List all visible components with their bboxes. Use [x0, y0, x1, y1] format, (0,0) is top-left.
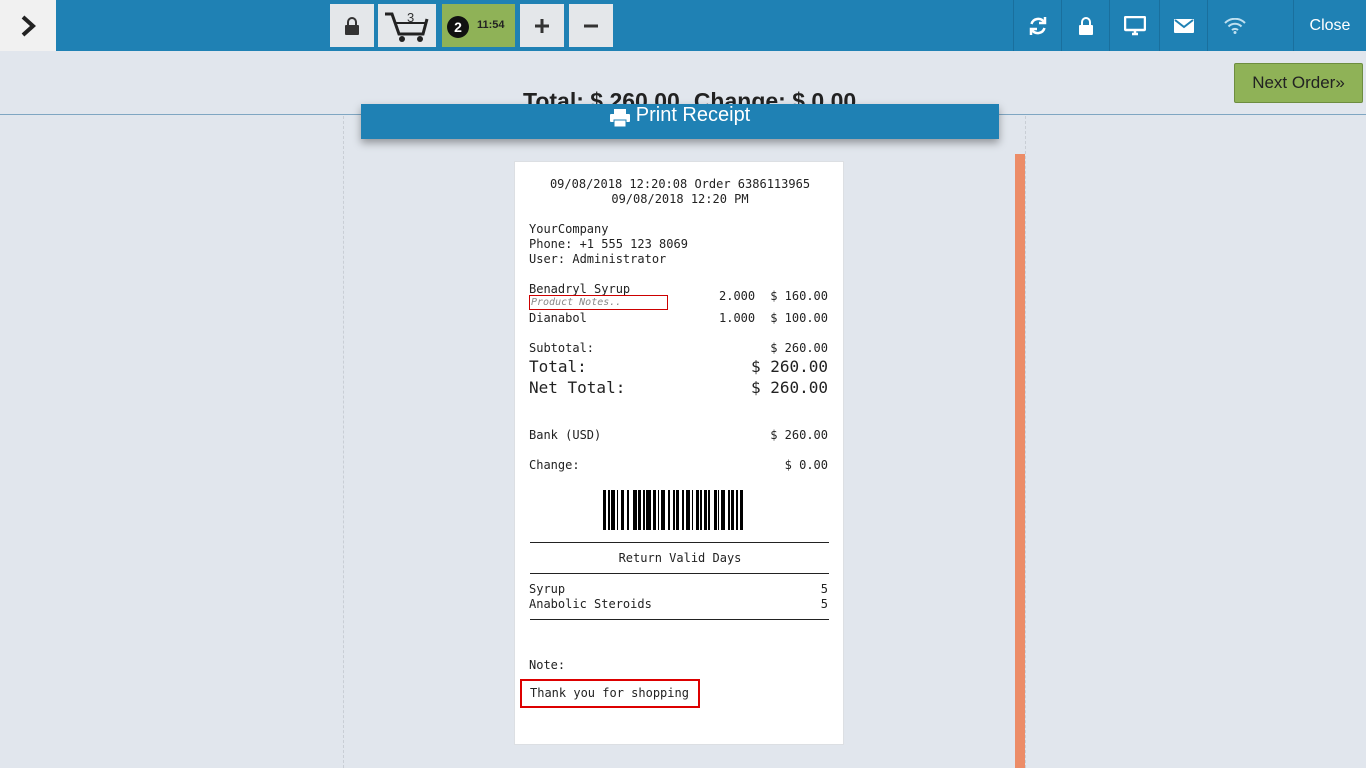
lock-screen-button[interactable]	[330, 4, 374, 47]
line-price: $ 160.00	[770, 289, 828, 303]
connection-status[interactable]	[1207, 0, 1293, 51]
status-icons: Close	[1013, 0, 1366, 51]
receipt-phone: Phone: +1 555 123 8069	[529, 237, 688, 251]
wifi-icon	[1224, 17, 1246, 34]
plus-icon	[535, 18, 549, 33]
chevron-right-icon	[21, 15, 36, 36]
total-value: $ 260.00	[750, 357, 828, 376]
change-value: $ 0.00	[784, 458, 828, 472]
lock-button[interactable]	[1061, 0, 1109, 51]
receipt-header-date: 09/08/2018 12:20 PM	[611, 192, 749, 206]
return-item-name: Syrup	[529, 582, 566, 596]
order-tab[interactable]: 2 11:54	[442, 4, 515, 47]
return-valid-days-title: Return Valid Days	[618, 551, 742, 565]
payment-method-label: Bank (USD)	[529, 428, 602, 442]
net-total-label: Net Total:	[529, 378, 626, 397]
messages-button[interactable]	[1159, 0, 1207, 51]
toggle-sidebar-button[interactable]	[0, 0, 56, 51]
receipt-company: YourCompany	[529, 222, 609, 236]
top-bar: 3 2 11:54 Close	[0, 0, 1366, 51]
line-price: $ 100.00	[770, 311, 828, 325]
minus-icon	[584, 24, 598, 27]
total-label: Total:	[529, 357, 587, 376]
return-item-days: 5	[820, 597, 828, 611]
receipt-user: User: Administrator	[529, 252, 667, 266]
next-order-button[interactable]: Next Order»	[1234, 63, 1363, 103]
net-total-value: $ 260.00	[750, 378, 828, 397]
note-label: Note:	[529, 658, 566, 672]
divider	[530, 619, 829, 620]
subtotal-label: Subtotal:	[529, 341, 595, 355]
receipt-header-date-order: 09/08/2018 12:20:08 Order 6386113965	[549, 177, 811, 191]
print-icon	[609, 109, 630, 127]
product-notes-input[interactable]: Product Notes..	[529, 295, 668, 310]
line-qty: 1.000	[719, 311, 756, 325]
print-receipt-label: Print Receipt	[635, 104, 751, 126]
monitor-icon	[1123, 15, 1146, 35]
sync-button[interactable]	[1013, 0, 1061, 51]
order-number-badge: 2	[447, 16, 469, 38]
content-divider-right	[1025, 116, 1026, 768]
order-time: 11:54	[477, 19, 505, 31]
envelope-icon	[1173, 18, 1194, 33]
print-receipt-button[interactable]: Print Receipt	[361, 104, 999, 139]
content-divider-left	[343, 116, 344, 768]
scrollbar[interactable]	[1015, 154, 1025, 768]
lock-icon	[1078, 16, 1093, 35]
delete-order-button[interactable]	[569, 4, 613, 47]
line-qty: 2.000	[719, 289, 756, 303]
divider	[530, 573, 829, 574]
return-item-days: 5	[820, 582, 828, 596]
cart-count: 3	[407, 10, 415, 25]
divider	[530, 542, 829, 543]
receipt-note-input[interactable]: Thank you for shopping	[520, 679, 700, 708]
change-label: Change:	[529, 458, 580, 472]
receipt: 09/08/2018 12:20:08 Order 6386113965 09/…	[514, 161, 844, 745]
lock-icon	[345, 16, 359, 35]
line-product-name: Dianabol	[529, 311, 587, 325]
subtotal-value: $ 260.00	[770, 341, 828, 355]
refresh-icon	[1029, 16, 1046, 35]
customer-display-button[interactable]	[1109, 0, 1159, 51]
new-order-button[interactable]	[520, 4, 564, 47]
return-item-name: Anabolic Steroids	[529, 597, 652, 611]
close-button[interactable]: Close	[1293, 0, 1366, 51]
barcode	[603, 490, 785, 530]
cart-button[interactable]: 3	[378, 4, 436, 47]
payment-method-value: $ 260.00	[770, 428, 828, 442]
